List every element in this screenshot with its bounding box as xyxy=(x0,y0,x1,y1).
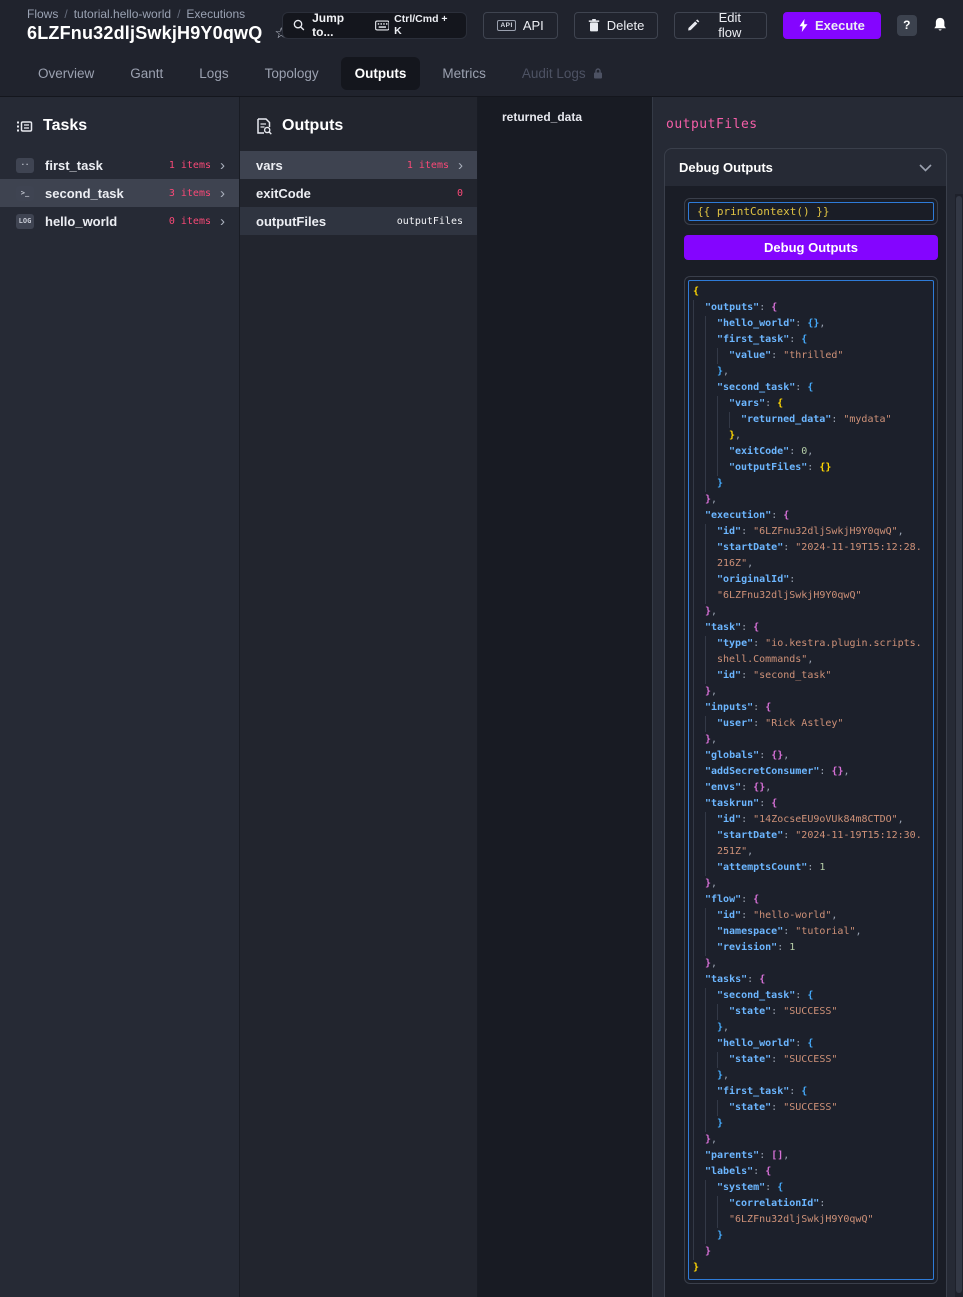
output-value: outputFiles xyxy=(397,216,463,227)
tab-overview[interactable]: Overview xyxy=(24,57,108,90)
top-bar: Flows / tutorial.hello-world / Execution… xyxy=(0,0,963,50)
scrollbar-thumb[interactable] xyxy=(956,196,962,1293)
api-icon: API xyxy=(497,20,515,31)
search-shortcut-label: Ctrl/Cmd + K xyxy=(394,13,456,37)
task-row-hello-world[interactable]: LOG hello_world 0 items › xyxy=(0,207,239,235)
tasks-panel-title: Tasks xyxy=(43,117,87,135)
tab-topology[interactable]: Topology xyxy=(251,57,333,90)
api-button-label: API xyxy=(523,18,544,33)
expression-editor-value[interactable]: {{ printContext() }} xyxy=(697,205,925,218)
debug-outputs-button[interactable]: Debug Outputs xyxy=(684,235,938,260)
expression-editor[interactable]: {{ printContext() }} xyxy=(684,198,938,225)
trash-icon xyxy=(588,19,600,32)
chevron-down-icon xyxy=(919,164,932,172)
detail-title: outputFiles xyxy=(664,107,947,148)
tab-gantt[interactable]: Gantt xyxy=(116,57,177,90)
breadcrumb-flows[interactable]: Flows xyxy=(27,7,58,21)
execute-button[interactable]: Execute xyxy=(783,12,881,39)
tab-audit-logs[interactable]: Audit Logs xyxy=(508,57,617,90)
task-row-second-task[interactable]: >_ second_task 3 items › xyxy=(0,179,239,207)
page-scrollbar[interactable] xyxy=(955,194,963,1297)
task-count-badge: 1 items xyxy=(169,160,211,171)
pencil-icon xyxy=(688,19,699,31)
debug-outputs-section: Debug Outputs {{ printContext() }} Debug… xyxy=(664,148,947,1297)
output-row-exitcode[interactable]: exitCode 0 xyxy=(240,179,477,207)
jump-to-search[interactable]: Jump to... Ctrl/Cmd + K xyxy=(282,12,467,39)
page-title: 6LZFnu32dljSwkjH9Y0qwQ xyxy=(27,23,262,44)
debug-outputs-header[interactable]: Debug Outputs xyxy=(665,149,946,186)
output-row-outputfiles[interactable]: outputFiles outputFiles xyxy=(240,207,477,235)
vars-children-panel: returned_data xyxy=(478,97,652,1297)
task-list-icon xyxy=(16,118,33,135)
breadcrumb-executions[interactable]: Executions xyxy=(186,7,245,21)
log-task-icon: LOG xyxy=(16,214,34,229)
help-button[interactable]: ? xyxy=(897,15,917,36)
tab-logs[interactable]: Logs xyxy=(185,57,242,90)
chevron-right-icon: › xyxy=(220,158,225,173)
lock-icon xyxy=(593,68,603,79)
help-button-label: ? xyxy=(903,18,910,32)
breadcrumb-flow-id[interactable]: tutorial.hello-world xyxy=(74,7,171,21)
execute-button-label: Execute xyxy=(815,18,865,33)
api-button[interactable]: API API xyxy=(483,12,557,39)
outputs-panel: Outputs vars 1 items › exitCode 0 output… xyxy=(240,97,478,1297)
task-row-first-task[interactable]: ·· first_task 1 items › xyxy=(0,151,239,179)
edit-flow-button-label: Edit flow xyxy=(707,10,753,40)
lightning-icon xyxy=(799,19,808,32)
breadcrumb: Flows / tutorial.hello-world / Execution… xyxy=(27,7,282,21)
tasks-panel: Tasks ·· first_task 1 items › >_ second_… xyxy=(0,97,240,1297)
execution-tabs: Overview Gantt Logs Topology Outputs Met… xyxy=(0,50,963,97)
search-placeholder: Jump to... xyxy=(312,11,367,39)
task-count-badge: 3 items xyxy=(169,188,211,199)
chevron-right-icon: › xyxy=(458,158,463,173)
shell-task-icon: >_ xyxy=(16,186,34,201)
search-icon xyxy=(293,19,305,31)
outputs-panel-title: Outputs xyxy=(282,117,343,135)
output-count-badge: 1 items xyxy=(407,160,449,171)
keyboard-icon xyxy=(375,20,390,31)
output-value: 0 xyxy=(457,188,463,199)
tab-outputs[interactable]: Outputs xyxy=(341,57,421,90)
breadcrumb-separator: / xyxy=(64,7,67,21)
delete-button[interactable]: Delete xyxy=(574,12,659,39)
output-detail-panel: outputFiles Debug Outputs {{ printContex… xyxy=(652,97,963,1297)
chevron-right-icon: › xyxy=(220,214,225,229)
bell-icon[interactable] xyxy=(933,17,947,33)
breadcrumb-separator: / xyxy=(177,7,180,21)
var-item-returned-data[interactable]: returned_data xyxy=(478,97,651,124)
return-task-icon: ·· xyxy=(16,158,34,173)
output-row-vars[interactable]: vars 1 items › xyxy=(240,151,477,179)
task-count-badge: 0 items xyxy=(169,216,211,227)
tab-metrics[interactable]: Metrics xyxy=(428,57,500,90)
edit-flow-button[interactable]: Edit flow xyxy=(674,12,767,39)
debug-json[interactable]: {"outputs": {"hello_world": {},"first_ta… xyxy=(693,284,929,1276)
file-search-icon xyxy=(256,118,272,135)
delete-button-label: Delete xyxy=(607,18,645,33)
chevron-right-icon: › xyxy=(220,186,225,201)
debug-result-box: {"outputs": {"hello_world": {},"first_ta… xyxy=(684,276,938,1284)
